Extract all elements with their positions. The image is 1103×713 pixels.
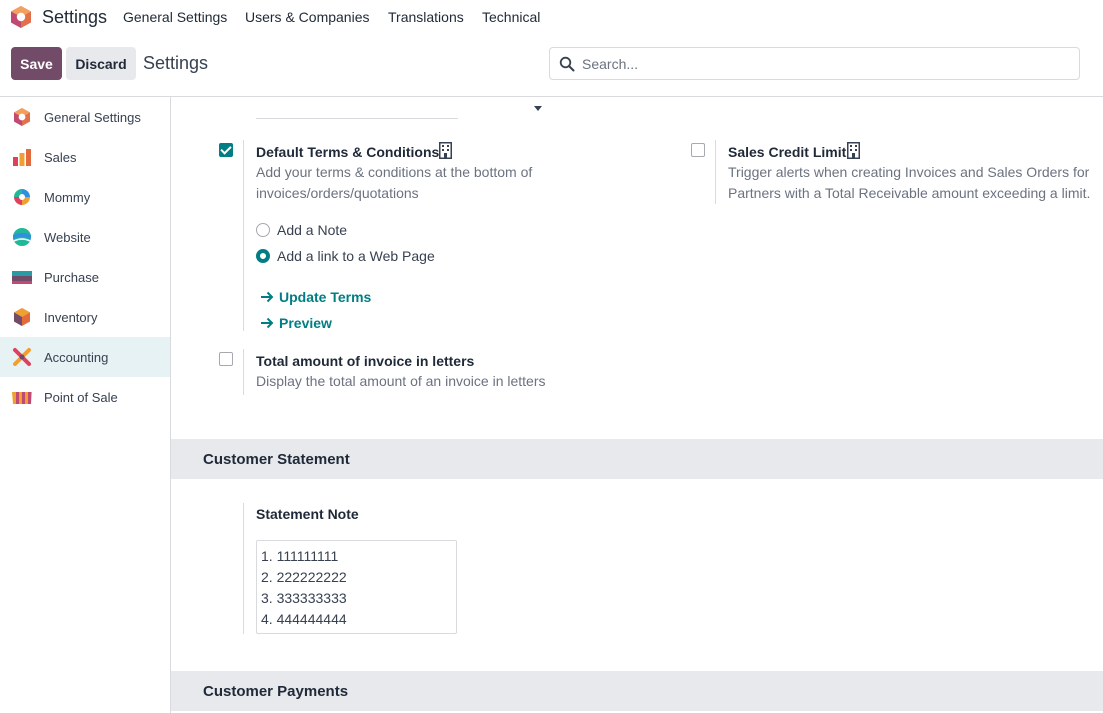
update-terms-link[interactable]: Update Terms: [260, 289, 371, 305]
building-icon: [847, 142, 860, 159]
discard-button[interactable]: Discard: [66, 47, 136, 80]
preview-label: Preview: [279, 315, 332, 331]
arrow-right-icon: [261, 317, 274, 329]
partially-visible-select[interactable]: [256, 97, 542, 119]
section-title: Customer Statement: [203, 451, 350, 468]
menu-technical[interactable]: Technical: [482, 9, 540, 25]
credit-limit-description: Trigger alerts when creating Invoices an…: [728, 164, 1091, 201]
radio-add-link[interactable]: [256, 249, 270, 263]
menu-general-settings[interactable]: General Settings: [123, 9, 227, 25]
section-title: Customer Payments: [203, 683, 349, 700]
update-terms-label: Update Terms: [279, 289, 372, 305]
sidebar-item-purchase[interactable]: Purchase: [0, 257, 170, 297]
sidebar-item-label: Website: [44, 230, 91, 245]
caret-down-icon: [534, 106, 542, 111]
note-line: 1. 111111111: [261, 548, 339, 564]
website-icon: [13, 228, 31, 246]
save-button[interactable]: Save: [11, 47, 62, 80]
sidebar-item-label: Inventory: [44, 310, 98, 325]
sidebar-item-website[interactable]: Website: [0, 217, 170, 257]
sidebar-item-label: General Settings: [44, 110, 141, 125]
radio-add-note[interactable]: [256, 223, 270, 237]
amount-letters-description: Display the total amount of an invoice i…: [256, 373, 546, 389]
amount-letters-checkbox[interactable]: [219, 352, 233, 366]
note-line: 4. 444444444: [261, 611, 347, 627]
sidebar-item-label: Point of Sale: [44, 390, 118, 405]
credit-limit-title: Sales Credit Limit: [728, 144, 847, 160]
sidebar-item-label: Accounting: [44, 350, 109, 365]
credit-limit-checkbox[interactable]: [691, 143, 705, 157]
sidebar-item-point-of-sale[interactable]: Point of Sale: [0, 377, 170, 417]
menu-users-companies[interactable]: Users & Companies: [245, 9, 370, 25]
search-icon: [559, 56, 575, 72]
mommy-app-icon: [14, 189, 30, 205]
sidebar-item-mommy[interactable]: Mommy: [0, 177, 170, 217]
purchase-icon: [12, 271, 32, 284]
sidebar-item-accounting[interactable]: Accounting: [0, 337, 170, 377]
search-input[interactable]: [582, 55, 1062, 73]
building-icon: [439, 142, 452, 159]
default-terms-description: Add your terms & conditions at the botto…: [256, 164, 533, 201]
control-panel: Save Discard Settings: [0, 34, 1103, 97]
sales-icon: [13, 149, 31, 166]
setting-divider: [243, 349, 244, 395]
radio-label-add-link[interactable]: Add a link to a Web Page: [277, 248, 435, 264]
sidebar-item-general-settings[interactable]: General Settings: [0, 97, 170, 137]
preview-link[interactable]: Preview: [260, 315, 332, 331]
settings-content: Default Terms & Conditions Add your term…: [171, 97, 1103, 713]
sidebar-item-label: Purchase: [44, 270, 99, 285]
note-line: 2. 222222222: [261, 569, 347, 585]
odoo-logo-icon[interactable]: [10, 5, 32, 29]
accounting-icon: [13, 348, 31, 366]
sidebar-item-label: Mommy: [44, 190, 91, 205]
setting-divider: [715, 140, 716, 204]
radio-label-add-note[interactable]: Add a Note: [277, 222, 347, 238]
setting-divider: [243, 140, 244, 331]
arrow-right-icon: [261, 291, 274, 303]
sidebar-item-label: Sales: [44, 150, 77, 165]
default-terms-checkbox[interactable]: [219, 143, 233, 157]
sidebar-item-inventory[interactable]: Inventory: [0, 297, 170, 337]
menu-translations[interactable]: Translations: [388, 9, 464, 25]
top-navbar: Settings General Settings Users & Compan…: [0, 0, 1103, 34]
statement-note-label: Statement Note: [256, 506, 359, 522]
app-title[interactable]: Settings: [42, 7, 107, 28]
search-box[interactable]: [549, 47, 1080, 80]
odoo-logo-icon: [14, 108, 30, 126]
setting-divider: [243, 503, 244, 634]
inventory-icon: [14, 308, 30, 326]
settings-sidebar: General Settings Sales Mommy Website Pur…: [0, 97, 171, 713]
section-customer-payments: Customer Payments: [171, 671, 1103, 711]
note-line: 3. 333333333: [261, 590, 347, 606]
point-of-sale-icon: [12, 392, 32, 404]
amount-letters-title: Total amount of invoice in letters: [256, 353, 475, 369]
page-title: Settings: [143, 53, 209, 73]
default-terms-title: Default Terms & Conditions: [256, 144, 440, 160]
statement-note-field[interactable]: 1. 111111111 2. 222222222 3. 333333333 4…: [256, 540, 457, 634]
section-customer-statement: Customer Statement: [171, 439, 1103, 479]
sidebar-item-sales[interactable]: Sales: [0, 137, 170, 177]
